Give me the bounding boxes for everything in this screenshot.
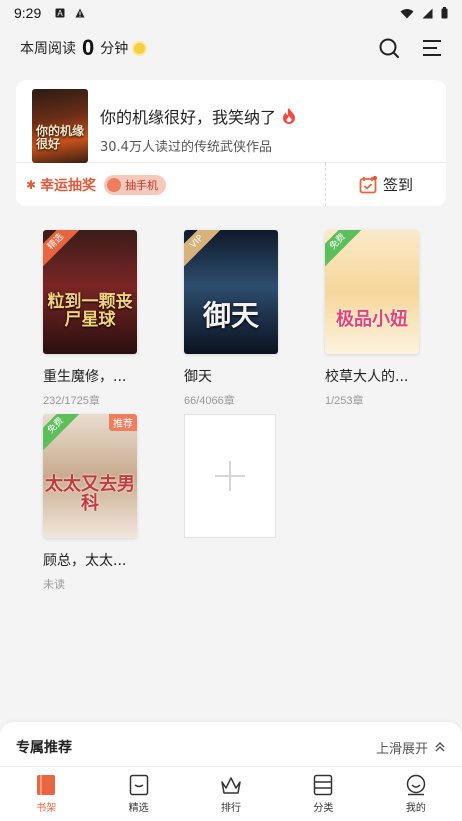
book-ribbon: VIP — [184, 230, 222, 267]
book-progress: 66/4066章 — [184, 395, 235, 407]
calendar-icon — [359, 175, 377, 193]
double-chevron-up-icon — [435, 742, 445, 752]
nav-label: 我的 — [405, 803, 426, 814]
book-progress: 232/1725章 — [43, 395, 100, 407]
checkin-button[interactable]: 签到 — [326, 163, 446, 206]
book-item[interactable]: VIP 御天 御天 66/4066章 — [184, 230, 278, 408]
featured-book-subtitle: 30.4万人读过的传统武侠作品 — [100, 140, 272, 155]
book-title[interactable]: 御天 — [184, 366, 278, 386]
book-item[interactable]: 免费 极品小妞 校草大人的... 1/253章 — [325, 230, 419, 408]
warning-icon — [75, 8, 85, 18]
search-icon[interactable] — [378, 37, 400, 59]
status-bar: 9:29 A — [0, 0, 462, 26]
recommendation-sheet[interactable]: 专属推荐 上滑展开 — [0, 722, 462, 772]
featured-icon — [129, 774, 148, 796]
book-item[interactable]: 精选 粒到一颗丧尸星球 重生魔修，... 232/1725章 — [43, 230, 137, 408]
book-ribbon: 免费 — [325, 230, 363, 267]
lucky-draw-badge-label: 抽手机 — [125, 178, 159, 192]
reading-time-header: 本周阅读 0 分钟 — [0, 30, 462, 66]
nav-featured[interactable]: 精选 — [92, 767, 184, 821]
book-progress: 未读 — [43, 579, 65, 591]
nav-profile[interactable]: 我的 — [370, 767, 462, 821]
menu-icon[interactable] — [422, 39, 442, 57]
expand-label: 上滑展开 — [375, 741, 428, 757]
book-cover[interactable]: 免费 极品小妞 — [325, 230, 419, 354]
battery-icon — [441, 7, 448, 19]
prize-icon — [107, 177, 122, 192]
expand-sheet-button[interactable]: 上滑展开 — [376, 738, 446, 757]
book-progress: 1/253章 — [325, 395, 364, 407]
book-title[interactable]: 顾总，太太... — [43, 550, 137, 570]
checkin-label: 签到 — [382, 176, 413, 194]
wifi-icon — [400, 8, 414, 18]
lucky-draw-button[interactable]: ✱ 幸运抽奖 抽手机 — [16, 163, 326, 206]
nav-category[interactable]: 分类 — [277, 767, 369, 821]
book-cover[interactable]: VIP 御天 — [184, 230, 278, 354]
book-cover-text: 太太又去男科 — [45, 474, 135, 515]
svg-text:A: A — [58, 9, 64, 18]
book-title[interactable]: 校草大人的... — [325, 366, 419, 386]
nav-label: 精选 — [128, 803, 149, 814]
lucky-draw-label: 幸运抽奖 — [40, 177, 97, 194]
sparkle-icon: ✱ — [26, 177, 37, 192]
nav-ranking[interactable]: 排行 — [185, 767, 277, 821]
lucky-draw-badge: 抽手机 — [104, 174, 167, 195]
featured-book-title[interactable]: 你的机缘很好，我笑纳了 — [100, 104, 276, 128]
bookshelf-icon — [37, 775, 56, 795]
featured-book-card[interactable]: 你的机缘很好 你的机缘很好，我笑纳了 30.4万人读过的传统武侠作品 ✱ 幸运抽… — [16, 80, 446, 206]
nav-label: 分类 — [313, 803, 334, 814]
featured-cover-text: 你的机缘很好 — [36, 124, 85, 152]
reading-label-prefix: 本周阅读 — [20, 41, 76, 57]
signal-icon — [422, 8, 433, 18]
nav-label: 排行 — [221, 803, 242, 814]
add-book-button[interactable] — [184, 414, 276, 538]
coin-icon — [134, 42, 146, 54]
book-cover-text: 御天 — [202, 298, 259, 332]
nav-bookshelf[interactable]: 书架 — [0, 767, 92, 821]
reading-minutes: 0 — [82, 35, 95, 60]
category-icon — [314, 774, 333, 796]
profile-icon — [406, 774, 426, 796]
book-ribbon: 免费 — [43, 414, 81, 451]
book-cover[interactable]: 免费 推荐 太太又去男科 — [43, 414, 137, 538]
book-cover-text: 极品小妞 — [336, 309, 408, 331]
notification-a-icon: A — [55, 8, 65, 18]
book-cover-text: 粒到一颗丧尸星球 — [47, 292, 133, 331]
book-cover[interactable]: 精选 粒到一颗丧尸星球 — [43, 230, 137, 354]
book-title[interactable]: 重生魔修，... — [43, 366, 137, 386]
reading-label-suffix: 分钟 — [100, 41, 129, 57]
featured-book-cover[interactable]: 你的机缘很好 — [32, 89, 88, 163]
nav-label: 书架 — [36, 803, 57, 814]
book-ribbon: 精选 — [43, 230, 81, 267]
plus-icon — [215, 461, 245, 491]
recommend-tag: 推荐 — [109, 414, 137, 431]
bottom-navigation: 书架 精选 排行 分类 我的 — [0, 766, 462, 821]
book-item[interactable]: 免费 推荐 太太又去男科 顾总，太太... 未读 — [43, 414, 137, 592]
ranking-icon — [221, 777, 241, 794]
status-time: 9:29 — [14, 5, 42, 21]
fire-icon — [283, 108, 296, 124]
recommendation-title: 专属推荐 — [16, 740, 72, 756]
